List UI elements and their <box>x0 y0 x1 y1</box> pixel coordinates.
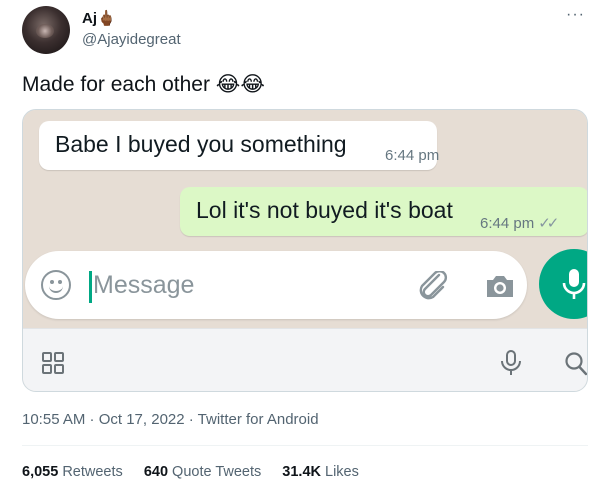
emoji-icon[interactable] <box>41 270 71 300</box>
outgoing-message: Lol it's not buyed it's boat 6:44 pm ✓✓ <box>180 187 587 236</box>
more-options-icon[interactable]: ··· <box>566 6 585 24</box>
keyboard-mic-icon[interactable] <box>499 349 523 377</box>
keyboard-grid-icon[interactable] <box>41 351 65 375</box>
retweets-count: 6,055 <box>22 464 59 480</box>
microphone-icon <box>562 269 586 299</box>
message-input[interactable] <box>93 267 393 303</box>
outgoing-time-text: 6:44 pm <box>480 215 535 232</box>
embedded-screenshot[interactable]: Babe I buyed you something 6:44 pm Lol i… <box>22 109 588 392</box>
avatar[interactable] <box>22 6 70 54</box>
incoming-message-time: 6:44 pm <box>385 147 440 164</box>
retweets-label: Retweets <box>62 464 123 480</box>
text-cursor <box>89 271 92 303</box>
read-ticks-icon: ✓✓ <box>538 215 559 232</box>
tweet-text: Made for each other 😂😂 <box>22 73 265 96</box>
tweet-metadata: 10:55 AM · Oct 17, 2022 · Twitter for An… <box>22 411 319 428</box>
divider <box>22 445 588 446</box>
likes-stat[interactable]: 31.4K Likes <box>282 464 359 480</box>
outgoing-message-time: 6:44 pm ✓✓ <box>480 214 559 232</box>
search-icon[interactable] <box>564 351 588 377</box>
tweet-source[interactable]: Twitter for Android <box>198 411 319 428</box>
chat-background: Babe I buyed you something 6:44 pm Lol i… <box>23 110 587 328</box>
retweets-stat[interactable]: 6,055 Retweets <box>22 464 123 480</box>
tweet: Aj🖕🏾 @Ajayidegreat ··· Made for each oth… <box>0 0 615 490</box>
tweet-timestamp[interactable]: 10:55 AM · Oct 17, 2022 <box>22 411 185 428</box>
quote-tweets-label: Quote Tweets <box>172 464 262 480</box>
author-handle[interactable]: @Ajayidegreat <box>82 31 181 48</box>
message-input-bar <box>25 251 527 319</box>
incoming-message: Babe I buyed you something 6:44 pm <box>39 121 440 170</box>
quote-tweets-stat[interactable]: 640 Quote Tweets <box>144 464 261 480</box>
engagement-stats: 6,055 Retweets 640 Quote Tweets 31.4K Li… <box>22 464 376 480</box>
author-name[interactable]: Aj🖕🏾 <box>82 9 116 27</box>
likes-count: 31.4K <box>282 464 321 480</box>
voice-record-button[interactable] <box>539 249 587 319</box>
keyboard-toolbar <box>23 328 588 391</box>
camera-icon[interactable] <box>484 272 516 300</box>
likes-label: Likes <box>325 464 359 480</box>
quote-tweets-count: 640 <box>143 464 169 480</box>
paperclip-icon[interactable] <box>417 271 449 301</box>
metadata-separator: · <box>184 411 198 428</box>
incoming-message-text: Babe I buyed you something <box>55 131 347 157</box>
outgoing-message-text: Lol it's not buyed it's boat <box>196 197 453 223</box>
